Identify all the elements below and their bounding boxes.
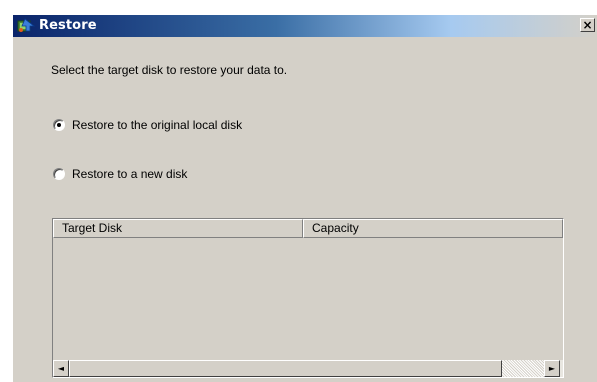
close-button[interactable]: × — [580, 18, 595, 32]
scroll-thumb[interactable] — [69, 360, 502, 377]
title-bar[interactable]: Restore × — [13, 15, 597, 37]
option-new-disk[interactable]: Restore to a new disk — [53, 167, 187, 181]
window-title: Restore — [39, 18, 97, 33]
radio-original-disk[interactable] — [53, 119, 65, 131]
scroll-track[interactable] — [502, 360, 544, 377]
column-target-disk[interactable]: Target Disk — [53, 219, 303, 238]
restore-dialog: Restore × Select the target disk to rest… — [12, 14, 597, 382]
option-original-disk[interactable]: Restore to the original local disk — [53, 118, 242, 132]
scroll-left-arrow-icon[interactable]: ◄ — [53, 360, 69, 377]
target-disk-list[interactable]: Target Disk Capacity ◄ ► — [52, 218, 564, 378]
column-capacity[interactable]: Capacity — [303, 219, 563, 238]
restore-app-icon — [17, 18, 36, 34]
horizontal-scrollbar[interactable]: ◄ ► — [53, 360, 563, 377]
scroll-right-arrow-icon[interactable]: ► — [544, 360, 560, 377]
list-header: Target Disk Capacity — [53, 219, 563, 238]
instruction-text: Select the target disk to restore your d… — [51, 63, 288, 77]
option-new-disk-label[interactable]: Restore to a new disk — [72, 167, 187, 181]
radio-new-disk[interactable] — [53, 168, 65, 180]
option-original-disk-label[interactable]: Restore to the original local disk — [72, 118, 242, 132]
